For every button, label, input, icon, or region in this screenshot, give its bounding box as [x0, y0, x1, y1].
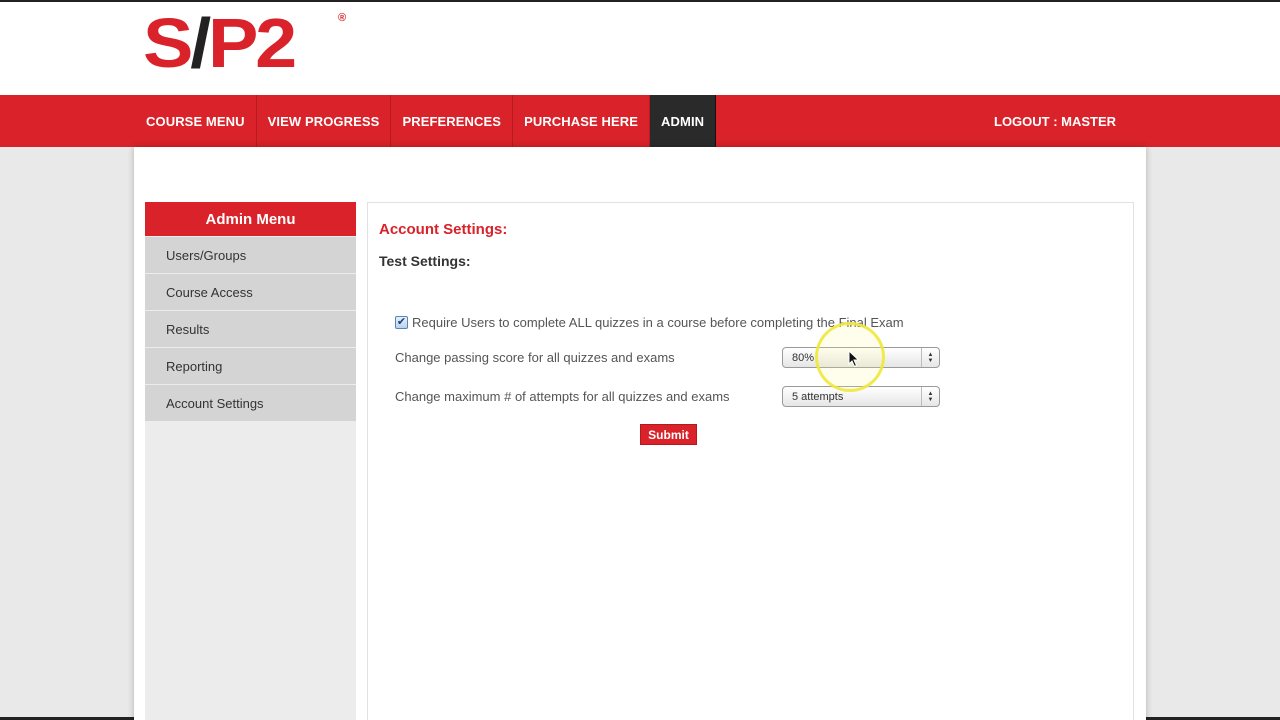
max-attempts-value: 5 attempts — [792, 390, 844, 403]
nav-purchase-here[interactable]: PURCHASE HERE — [513, 95, 651, 147]
nav-admin[interactable]: ADMIN — [650, 95, 717, 147]
registered-mark: ® — [338, 12, 347, 24]
sidebar-item-results[interactable]: Results — [145, 311, 356, 347]
logo-text: S/P2 — [143, 4, 297, 82]
passing-score-value: 80% — [792, 351, 815, 364]
require-quizzes-row: ✔ Require Users to complete ALL quizzes … — [395, 315, 904, 330]
account-settings-panel: Account Settings: Test Settings: ✔ Requi… — [367, 202, 1134, 720]
mouse-pointer-icon — [848, 350, 860, 368]
select-arrows-icon: ▲ ▼ — [921, 348, 939, 367]
page-title: Account Settings: — [379, 221, 508, 238]
nav-course-menu[interactable]: COURSE MENU — [135, 95, 257, 147]
require-quizzes-checkbox[interactable]: ✔ — [395, 316, 408, 329]
nav-preferences[interactable]: PREFERENCES — [391, 95, 514, 147]
nav-view-progress[interactable]: VIEW PROGRESS — [257, 95, 392, 147]
admin-sidebar: Admin Menu Users/Groups Course Access Re… — [145, 202, 356, 720]
sidebar-item-course-access[interactable]: Course Access — [145, 274, 356, 310]
section-title: Test Settings: — [379, 253, 471, 269]
select-arrows-icon: ▲ ▼ — [921, 387, 939, 406]
header: S/P2 ® — [0, 2, 1280, 95]
sidebar-item-reporting[interactable]: Reporting — [145, 348, 356, 384]
logout-link[interactable]: LOGOUT : MASTER — [994, 95, 1116, 147]
submit-button[interactable]: Submit — [640, 424, 697, 445]
admin-menu-title: Admin Menu — [145, 202, 356, 236]
sp2-logo[interactable]: S/P2 ® — [143, 8, 346, 78]
max-attempts-label: Change maximum # of attempts for all qui… — [395, 389, 730, 404]
passing-score-label: Change passing score for all quizzes and… — [395, 350, 675, 365]
sidebar-item-users-groups[interactable]: Users/Groups — [145, 237, 356, 273]
sidebar-item-account-settings[interactable]: Account Settings — [145, 385, 356, 421]
top-nav: COURSE MENU VIEW PROGRESS PREFERENCES PU… — [0, 95, 1280, 147]
nav-items: COURSE MENU VIEW PROGRESS PREFERENCES PU… — [135, 95, 717, 147]
content-container: Admin Menu Users/Groups Course Access Re… — [134, 147, 1146, 720]
